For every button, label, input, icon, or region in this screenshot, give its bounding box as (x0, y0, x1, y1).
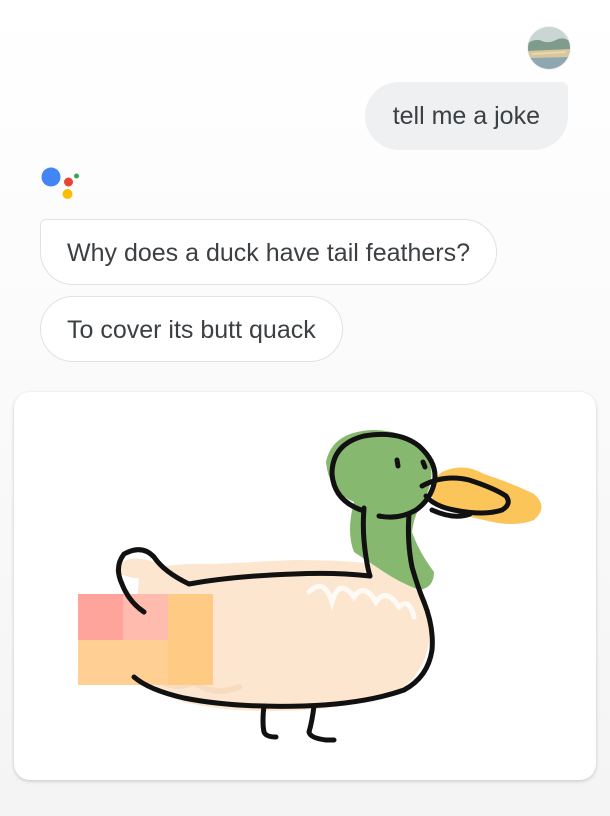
censor-pixels (78, 594, 213, 685)
avatar-landscape-image (528, 27, 570, 69)
assistant-logo-icon (40, 164, 84, 204)
user-avatar[interactable] (528, 27, 570, 69)
assistant-message-punchline: To cover its butt quack (40, 296, 343, 362)
duck-image-card[interactable] (14, 392, 596, 780)
duck-drawing (78, 430, 542, 743)
user-message-bubble: tell me a joke (364, 82, 568, 150)
assistant-message-question: Why does a duck have tail feathers? (40, 219, 498, 285)
